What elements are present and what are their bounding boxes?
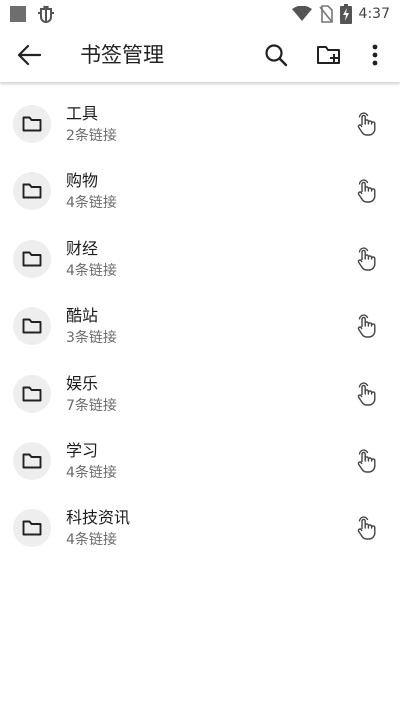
folder-item[interactable]: 娱乐 7条链接 (0, 362, 400, 429)
folder-link-count: 4条链接 (66, 262, 117, 279)
folder-name: 娱乐 (66, 373, 99, 393)
no-sim-icon (318, 5, 333, 23)
touch-drag-icon (357, 314, 376, 338)
folder-icon (22, 318, 42, 334)
notification-square-icon (10, 6, 26, 22)
arrow-back-icon (17, 44, 41, 66)
folder-item[interactable]: 购物 4条链接 (0, 159, 400, 226)
back-button[interactable] (14, 41, 44, 69)
folder-link-count: 4条链接 (66, 532, 117, 549)
app-bar: 书签管理 (0, 28, 400, 82)
folder-item[interactable]: 学习 4条链接 (0, 429, 400, 496)
folder-link-count: 3条链接 (66, 330, 117, 347)
folder-icon (22, 251, 42, 267)
drag-handle-button[interactable] (352, 447, 380, 475)
folder-name: 学习 (66, 440, 99, 460)
touch-drag-icon (357, 449, 376, 473)
folder-icon (22, 520, 42, 536)
folder-avatar (13, 374, 51, 413)
folder-avatar (13, 509, 51, 548)
folder-avatar (13, 441, 51, 480)
folder-link-count: 2条链接 (66, 128, 117, 144)
folder-link-count: 7条链接 (66, 397, 117, 414)
touch-drag-icon (357, 516, 376, 541)
status-time: 4:37 (358, 6, 390, 22)
touch-drag-icon (357, 179, 376, 204)
drag-handle-button[interactable] (352, 312, 380, 340)
page-title: 书签管理 (80, 43, 164, 67)
drag-handle-button[interactable] (352, 110, 380, 138)
touch-drag-icon (357, 382, 376, 406)
folder-link-count: 4条链接 (66, 195, 117, 212)
search-icon (265, 44, 288, 67)
folder-icon (22, 183, 42, 199)
folder-link-count: 4条链接 (66, 464, 117, 481)
bug-icon (38, 5, 54, 23)
folder-name: 科技资讯 (66, 508, 131, 528)
folder-item[interactable]: 工具 2条链接 (0, 92, 400, 159)
folder-icon (22, 453, 42, 469)
drag-handle-button[interactable] (352, 177, 380, 205)
bookmark-folder-list: 工具 2条链接 购物 4条链接 财经 4条链接 酷站 3条链接 娱乐 7条链接 … (0, 92, 400, 564)
drag-handle-button[interactable] (352, 514, 380, 542)
folder-name: 酷站 (66, 306, 99, 326)
folder-avatar (13, 105, 51, 143)
more-options-button[interactable] (360, 40, 390, 70)
touch-drag-icon (357, 247, 376, 271)
folder-avatar (13, 307, 51, 346)
folder-name: 财经 (66, 238, 99, 258)
create-folder-icon (317, 46, 340, 64)
folder-name: 购物 (66, 171, 99, 191)
status-bar: 4:37 (0, 0, 400, 28)
folder-icon (22, 386, 42, 402)
folder-item[interactable]: 科技资讯 4条链接 (0, 496, 400, 563)
wifi-icon (291, 6, 312, 21)
folder-name: 工具 (66, 104, 99, 123)
touch-drag-icon (357, 112, 376, 136)
create-folder-button[interactable] (314, 40, 344, 70)
drag-handle-button[interactable] (352, 245, 380, 273)
folder-avatar (13, 239, 51, 278)
folder-avatar (13, 172, 51, 211)
folder-item[interactable]: 酷站 3条链接 (0, 294, 400, 361)
more-vert-icon (372, 44, 378, 66)
battery-charging-icon (339, 4, 352, 24)
search-button[interactable] (261, 40, 291, 70)
folder-icon (22, 116, 42, 132)
folder-item[interactable]: 财经 4条链接 (0, 227, 400, 294)
drag-handle-button[interactable] (352, 380, 380, 408)
